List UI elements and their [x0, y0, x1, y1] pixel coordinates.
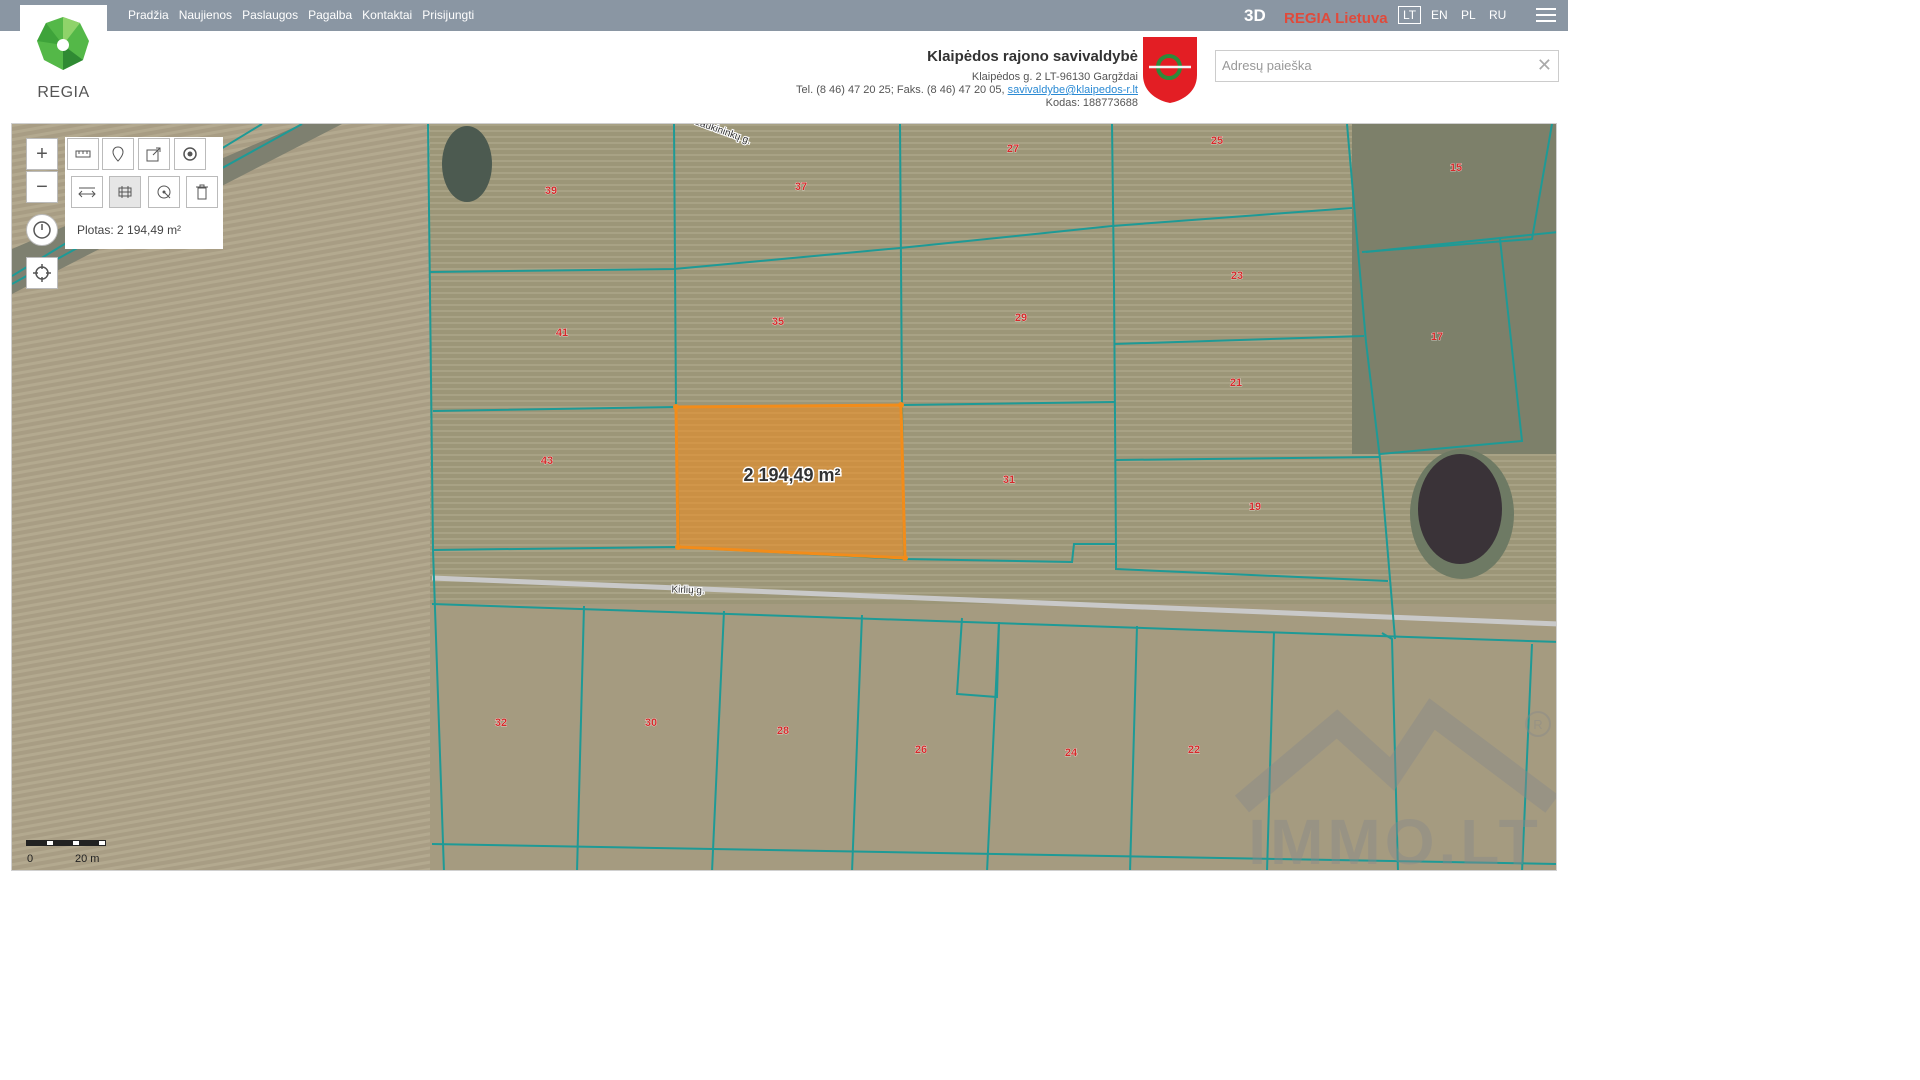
- municipality-info: Klaipėdos rajono savivaldybė Klaipėdos g…: [796, 48, 1138, 110]
- parcel-number: 15: [1450, 162, 1462, 174]
- nav-kontaktai[interactable]: Kontaktai: [362, 8, 412, 22]
- history-button[interactable]: [26, 214, 58, 246]
- clear-search-icon[interactable]: ✕: [1537, 55, 1552, 76]
- vertex-handle[interactable]: [673, 404, 679, 410]
- measure-radius-button[interactable]: [148, 176, 180, 208]
- vertex-handle[interactable]: [898, 402, 904, 408]
- area-label: 2 194,49 m²: [743, 465, 840, 485]
- parcel-number: 41: [556, 327, 568, 339]
- pond: [1418, 454, 1502, 564]
- regia-logo-icon: [37, 17, 89, 70]
- street-label-kirliu: Kirlių g.: [671, 584, 705, 596]
- share-button[interactable]: [138, 138, 170, 170]
- municipality-email[interactable]: savivaldybe@klaipedos-r.lt: [1008, 84, 1138, 96]
- parcel-number: 31: [1003, 474, 1015, 486]
- main-nav: Pradžia Naujienos Paslaugos Pagalba Kont…: [128, 8, 474, 22]
- pond-small: [442, 126, 492, 202]
- parcel-number: 27: [1007, 143, 1019, 155]
- lang-lt[interactable]: LT: [1398, 6, 1422, 24]
- parcel-number: 25: [1211, 135, 1223, 147]
- watermark-text: IMMO.LT: [1248, 806, 1541, 871]
- nav-naujienos[interactable]: Naujienos: [179, 8, 232, 22]
- zoom-in-button[interactable]: +: [26, 138, 58, 170]
- area-icon: [118, 186, 132, 198]
- parcel-number: 17: [1431, 331, 1443, 343]
- vertex-handle[interactable]: [902, 555, 908, 561]
- scale-end: 20 m: [75, 853, 100, 865]
- coat-of-arms-icon: [1143, 37, 1197, 103]
- parcel-number: 29: [1015, 312, 1027, 324]
- address-search: ✕: [1215, 50, 1559, 82]
- municipality-name: Klaipėdos rajono savivaldybė: [927, 48, 1138, 65]
- share-icon: [146, 147, 161, 162]
- map-pin-icon: [112, 146, 124, 162]
- clock-icon: [33, 221, 51, 239]
- nav-pradzia[interactable]: Pradžia: [128, 8, 169, 22]
- measure-distance-button[interactable]: [71, 176, 103, 208]
- parcel-number: 28: [777, 725, 789, 737]
- regia-logo[interactable]: REGIA: [20, 5, 107, 105]
- parcel-number: 24: [1065, 747, 1078, 759]
- nav-paslaugos[interactable]: Paslaugos: [242, 8, 298, 22]
- nav-pagalba[interactable]: Pagalba: [308, 8, 352, 22]
- scale-bar: 0 20 m: [26, 840, 106, 865]
- parcel-number: 35: [772, 316, 784, 328]
- brand-link[interactable]: REGIA Lietuva: [1284, 10, 1388, 27]
- delete-measurement-button[interactable]: [186, 176, 218, 208]
- radius-icon: [157, 185, 171, 199]
- marker-tool-button[interactable]: [102, 138, 134, 170]
- point-info-button[interactable]: [174, 138, 206, 170]
- logo-text: REGIA: [37, 84, 90, 101]
- scale-start: 0: [27, 853, 34, 865]
- parcel-number: 23: [1231, 270, 1243, 282]
- top-bar: Pradžia Naujienos Paslaugos Pagalba Kont…: [0, 0, 1568, 31]
- nav-prisijungti[interactable]: Prisijungti: [422, 8, 474, 22]
- zoom-out-button[interactable]: −: [26, 171, 58, 203]
- measure-tool-button[interactable]: [67, 138, 99, 170]
- distance-icon: [78, 187, 96, 198]
- municipality-code: Kodas: 188773688: [1045, 97, 1138, 109]
- target-icon: [183, 147, 197, 161]
- lang-ru[interactable]: RU: [1489, 8, 1506, 22]
- measure-area-button[interactable]: [109, 176, 141, 208]
- parcel-number: 26: [915, 744, 927, 756]
- 3d-button[interactable]: 3D: [1244, 6, 1266, 26]
- vertex-handle[interactable]: [675, 544, 681, 550]
- parcel-number: 30: [645, 717, 657, 729]
- parcel-number: 39: [545, 185, 557, 197]
- map-canvas[interactable]: 2 194,49 m² Kirlių g. Laukininkų g. 39 3…: [12, 124, 1557, 871]
- parcel-number: 32: [495, 717, 507, 729]
- parcel-number: 21: [1230, 377, 1242, 389]
- menu-icon[interactable]: [1536, 8, 1556, 26]
- parcel-number: 22: [1188, 744, 1200, 756]
- municipality-contacts: Tel. (8 46) 47 20 25; Faks. (8 46) 47 20…: [796, 84, 1138, 96]
- svg-text:R: R: [1533, 717, 1542, 732]
- map-view[interactable]: 2 194,49 m² Kirlių g. Laukininkų g. 39 3…: [11, 123, 1557, 871]
- locate-button[interactable]: [26, 257, 58, 289]
- parcel-number: 19: [1249, 501, 1261, 513]
- lang-pl[interactable]: PL: [1461, 8, 1476, 22]
- crosshair-icon: [33, 264, 51, 282]
- lang-en[interactable]: EN: [1431, 8, 1448, 22]
- address-search-input[interactable]: [1216, 51, 1528, 79]
- municipality-address: Klaipėdos g. 2 LT-96130 Gargždai: [971, 71, 1138, 83]
- parcel-number: 43: [541, 455, 553, 467]
- ruler-icon: [75, 150, 91, 158]
- parcel-number: 37: [795, 181, 807, 193]
- trash-icon: [196, 184, 208, 200]
- measured-area-text: Plotas: 2 194,49 m²: [77, 223, 182, 237]
